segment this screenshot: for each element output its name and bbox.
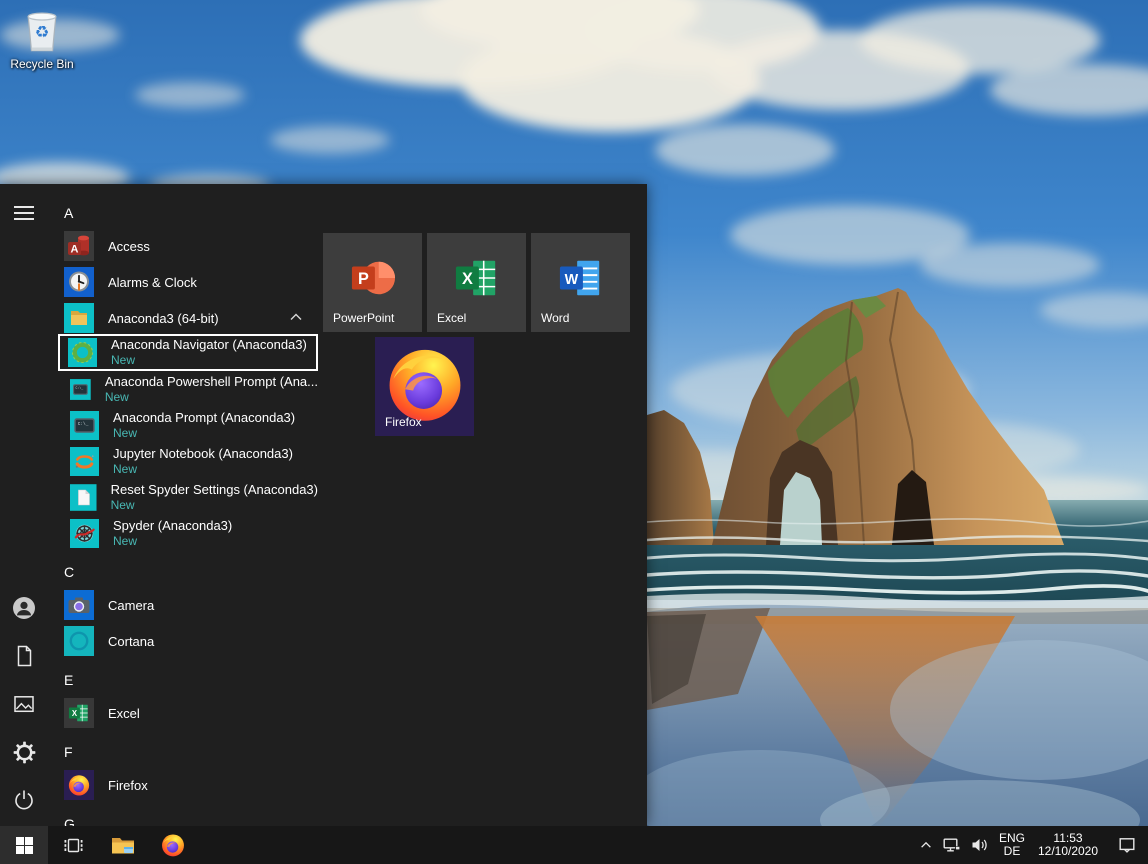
app-item-firefox[interactable]: Firefox [58, 767, 320, 803]
cortana-icon [64, 626, 94, 656]
new-badge: New [113, 534, 232, 549]
pictures-button[interactable] [0, 680, 48, 728]
app-item-excel[interactable]: Excel [58, 695, 320, 731]
alarms-clock-icon [64, 267, 94, 297]
task-view-icon [63, 836, 84, 855]
section-header-e: E [64, 671, 73, 689]
app-item-cortana[interactable]: Cortana [58, 623, 320, 659]
clock[interactable]: 11:53 12/10/2020 [1030, 826, 1106, 864]
firefox-icon [160, 832, 186, 858]
section-header-c: C [64, 563, 74, 581]
windows-logo-icon [16, 837, 33, 854]
app-item-access[interactable]: Access [58, 228, 320, 264]
app-group-anaconda3[interactable]: Anaconda3 (64-bit) [58, 300, 320, 336]
tile-firefox[interactable]: Firefox [375, 337, 474, 436]
start-menu-expand-button[interactable] [0, 189, 48, 237]
anaconda-folder-icon [64, 303, 94, 333]
documents-icon [13, 645, 35, 667]
speaker-icon [971, 837, 989, 853]
new-badge: New [105, 390, 318, 405]
tray-date: 12/10/2020 [1035, 845, 1101, 858]
task-view-button[interactable] [48, 826, 98, 864]
system-tray: ENG DE 11:53 12/10/2020 [914, 826, 1148, 864]
language-secondary: DE [999, 845, 1025, 858]
start-menu: A Access Alarms & Clock Anaconda3 (64-bi… [0, 184, 647, 826]
action-center-icon [1118, 836, 1136, 854]
new-badge: New [111, 353, 307, 368]
firefox-icon [64, 770, 94, 800]
hamburger-icon [14, 205, 34, 221]
spyder-icon [70, 519, 99, 548]
anaconda-prompt-icon [70, 411, 99, 440]
chevron-up-icon [290, 313, 302, 321]
recycle-bin-icon: ♻ [16, 8, 68, 56]
app-item-jupyter-notebook[interactable]: Jupyter Notebook (Anaconda3) New [58, 443, 318, 479]
desktop: X W P A [0, 0, 1148, 864]
new-badge: New [113, 462, 293, 477]
new-badge: New [113, 426, 295, 441]
section-header-a: A [64, 204, 73, 222]
firefox-icon [383, 342, 467, 426]
desktop-icon-recycle-bin[interactable]: ♻ Recycle Bin [4, 8, 80, 71]
tile-excel[interactable]: Excel [427, 233, 526, 332]
app-item-anaconda-prompt[interactable]: Anaconda Prompt (Anaconda3) New [58, 407, 318, 443]
power-button[interactable] [0, 776, 48, 824]
excel-icon [454, 255, 500, 301]
taskbar-firefox-button[interactable] [148, 826, 198, 864]
pictures-icon [13, 693, 35, 715]
tile-area: PowerPoint Excel Word Firefox [323, 233, 633, 443]
tile-word[interactable]: Word [531, 233, 630, 332]
volume-button[interactable] [966, 826, 994, 864]
power-icon [13, 789, 35, 811]
anaconda-navigator-icon [68, 338, 97, 367]
reset-spyder-icon [70, 483, 97, 512]
app-item-anaconda-navigator[interactable]: Anaconda Navigator (Anaconda3) New [58, 334, 318, 371]
chevron-up-icon [919, 838, 933, 852]
word-icon [558, 255, 604, 301]
svg-text:♻: ♻ [35, 23, 50, 42]
file-explorer-icon [111, 835, 135, 856]
language-indicator[interactable]: ENG DE [994, 826, 1030, 864]
gear-icon [13, 741, 36, 764]
start-menu-rail [0, 184, 48, 826]
new-badge: New [111, 498, 318, 513]
access-icon [64, 231, 94, 261]
section-header-f: F [64, 743, 73, 761]
action-center-button[interactable] [1106, 826, 1148, 864]
powerpoint-icon [350, 255, 396, 301]
taskbar: ENG DE 11:53 12/10/2020 [0, 826, 1148, 864]
user-account-button[interactable] [0, 584, 48, 632]
network-icon [943, 837, 961, 853]
app-item-anaconda-powershell-prompt[interactable]: Anaconda Powershell Prompt (Ana... New [58, 371, 318, 407]
anaconda-powershell-icon [70, 375, 91, 404]
recycle-bin-label: Recycle Bin [10, 57, 73, 71]
network-status-button[interactable] [938, 826, 966, 864]
file-explorer-button[interactable] [98, 826, 148, 864]
documents-button[interactable] [0, 632, 48, 680]
tray-expand-button[interactable] [914, 826, 938, 864]
app-item-reset-spyder-settings[interactable]: Reset Spyder Settings (Anaconda3) New [58, 479, 318, 515]
excel-icon [64, 698, 94, 728]
tile-powerpoint[interactable]: PowerPoint [323, 233, 422, 332]
user-avatar-icon [12, 596, 36, 620]
app-item-alarms-clock[interactable]: Alarms & Clock [58, 264, 320, 300]
settings-button[interactable] [0, 728, 48, 776]
app-item-spyder[interactable]: Spyder (Anaconda3) New [58, 515, 318, 551]
jupyter-notebook-icon [70, 447, 99, 476]
app-list: A Access Alarms & Clock Anaconda3 (64-bi… [58, 184, 320, 826]
camera-icon [64, 590, 94, 620]
start-button[interactable] [0, 826, 48, 864]
section-header-g: G [64, 815, 75, 826]
app-item-camera[interactable]: Camera [58, 587, 320, 623]
